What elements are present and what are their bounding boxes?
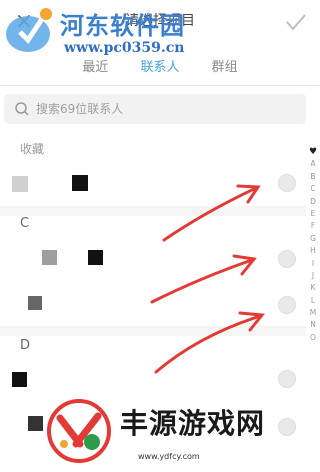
search-bar[interactable] (4, 94, 306, 124)
index-letter-o[interactable]: O (306, 332, 320, 344)
tab-recent[interactable]: 最近 (82, 56, 108, 75)
avatar (12, 176, 28, 192)
section-label-d: D (20, 338, 31, 353)
avatar (88, 250, 103, 265)
index-letter-b[interactable]: B (306, 171, 320, 183)
index-letter-j[interactable]: J (306, 270, 320, 282)
index-favorites-icon[interactable]: ♥ (306, 146, 320, 158)
search-input[interactable] (36, 99, 296, 119)
search-icon (15, 102, 29, 116)
index-letter-d[interactable]: D (306, 196, 320, 208)
tab-contacts[interactable]: 联系人 (140, 56, 179, 75)
index-letter-f[interactable]: F (306, 220, 320, 232)
index-letter-m[interactable]: M (306, 307, 320, 319)
section-label-c: C (20, 216, 30, 231)
section-divider (0, 326, 306, 336)
alphabet-index-bar[interactable]: ♥ A B C D E F G H I J K L M N O (306, 146, 320, 406)
avatar (72, 175, 88, 191)
select-radio[interactable] (278, 296, 296, 314)
select-radio[interactable] (278, 250, 296, 268)
index-letter-k[interactable]: K (306, 282, 320, 294)
index-letter-c[interactable]: C (306, 183, 320, 195)
index-letter-l[interactable]: L (306, 295, 320, 307)
avatar (28, 416, 43, 431)
avatar (42, 250, 57, 265)
section-label-favorites: 收藏 (20, 142, 45, 156)
confirm-button[interactable] (282, 8, 310, 36)
select-radio[interactable] (278, 370, 296, 388)
tab-bar: 最近 联系人 群组 (0, 56, 320, 80)
contact-row[interactable] (0, 158, 306, 206)
tab-groups[interactable]: 群组 (212, 56, 238, 75)
page-title: 请选择项目 (125, 13, 195, 29)
contact-row[interactable] (0, 236, 306, 282)
select-radio[interactable] (278, 418, 296, 436)
index-letter-n[interactable]: N (306, 319, 320, 331)
index-letter-h[interactable]: H (306, 245, 320, 257)
contact-row[interactable] (0, 402, 306, 442)
index-letter-a[interactable]: A (306, 158, 320, 170)
index-letter-e[interactable]: E (306, 208, 320, 220)
header: × 请选择项目 最近 联系人 群组 (0, 0, 320, 86)
index-letter-i[interactable]: I (306, 258, 320, 270)
contact-row[interactable] (0, 358, 306, 398)
contact-row[interactable] (0, 284, 306, 326)
select-radio[interactable] (278, 174, 296, 192)
avatar (12, 372, 27, 387)
avatar (28, 296, 42, 310)
section-divider (0, 206, 306, 216)
check-icon (286, 14, 306, 31)
index-letter-g[interactable]: G (306, 233, 320, 245)
watermark-url: www.ydfcy.com (138, 452, 200, 461)
